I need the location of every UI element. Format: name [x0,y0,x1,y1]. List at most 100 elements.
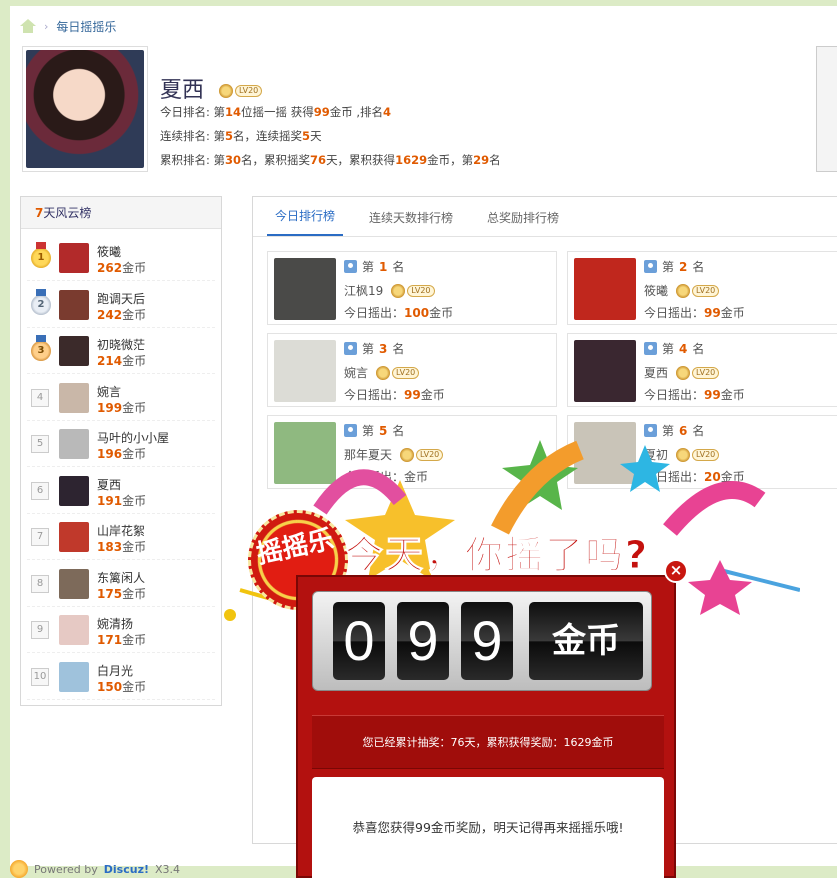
level-badge: LV20 [391,283,435,298]
rank-number: 10 [31,667,49,686]
weekly-ranking-row[interactable]: 9 婉清扬 171金币 [27,609,215,653]
rank-medal-icon: 1 [31,242,51,268]
medal-icon [391,283,406,298]
level-badge: LV20 [676,283,720,298]
medal-icon [219,84,234,98]
tab-streak-ranking[interactable]: 连续天数排行榜 [361,209,461,236]
chevron-right-icon: › [44,19,49,33]
user-avatar[interactable] [59,289,89,320]
user-avatar[interactable] [59,429,89,459]
lucky-shake-popup: 0 9 9 金币 您已经累计抽奖：76天，累积获得奖励：1629金币 恭喜您获得… [296,575,676,878]
side-panel-edge [816,46,837,172]
cumulative-stats: 您已经累计抽奖：76天，累积获得奖励：1629金币 [312,715,664,769]
user-name-link[interactable]: 夏西 [97,476,121,493]
ranking-card[interactable]: 第 1 名江枫19 LV20 今日摇出：100金币 [267,251,557,325]
user-name-link[interactable]: 筱曦 LV20 [644,282,720,299]
user-avatar[interactable] [59,522,89,552]
ranking-tabs: 今日排行榜 连续天数排行榜 总奖励排行榜 [253,197,837,237]
user-pin-icon [344,260,357,273]
user-name-link[interactable]: 婉清扬 [97,615,133,632]
rank-position: 第4名 [644,340,704,357]
user-avatar[interactable] [59,336,89,366]
rank-position: 第2名 [644,258,704,275]
weekly-ranking-row[interactable]: 3 初晓微茫 214金币 [27,330,215,374]
weekly-ranking-row[interactable]: 1 筱曦 262金币 [27,237,215,281]
user-name-link[interactable]: 婉言 LV20 [344,364,420,381]
weekly-ranking-title: 7天风云榜 [21,197,221,229]
tab-today-ranking[interactable]: 今日排行榜 [267,207,344,236]
user-name-link[interactable]: 婉言 [97,383,121,400]
home-icon[interactable] [20,19,36,33]
weekly-ranking-row[interactable]: 8 东篱闲人 175金币 [27,563,215,607]
user-avatar[interactable] [59,243,89,273]
rank-medal-icon: 2 [31,288,51,315]
profile-avatar[interactable] [22,46,148,172]
weekly-ranking-row[interactable]: 6 夏西 191金币 [27,470,215,514]
user-name-link[interactable]: 筱曦 [97,243,121,260]
breadcrumb: › 每日摇摇乐 [20,16,116,36]
medal-icon [376,365,391,380]
footer: Powered by Discuz! X3.4 [10,860,310,878]
popup-headline: 今天，你摇了吗? [344,533,650,578]
rank-number: 8 [31,574,49,593]
weekly-ranking-row[interactable]: 5 马叶的小小屋 196金币 [27,423,215,467]
today-coins: 今日摇出：99金币 [644,388,745,402]
rank-number: 4 [31,388,49,407]
user-coins: 199金币 [97,400,147,415]
today-rank-line: 今日排名: 第14位摇一摇 获得99金币 ,排名4 [160,105,392,119]
profile-name: 夏西 LV20 [160,72,263,104]
today-coins: 今日摇出：100金币 [344,306,454,320]
user-coins: 175金币 [97,586,147,601]
today-coins: 今日摇出：99金币 [344,388,445,402]
user-name-link[interactable]: 江枫19 LV20 [344,282,435,299]
user-avatar[interactable] [59,615,89,645]
user-avatar[interactable] [59,475,89,506]
user-pin-icon [644,260,657,273]
user-avatar[interactable] [59,661,89,692]
user-coins: 150金币 [97,679,147,694]
user-name-link[interactable]: 跑调天后 [97,290,145,307]
streak-rank-line: 连续排名: 第5名，连续摇奖5天 [160,129,322,143]
user-name-link[interactable]: 马叶的小小屋 [97,429,169,446]
discuz-link[interactable]: Discuz! [104,863,149,876]
user-avatar[interactable] [59,382,89,413]
user-name-link[interactable]: 白月光 [97,662,133,679]
user-coins: 262金币 [97,261,147,275]
close-popup-button[interactable]: × [664,559,688,583]
coin-counter: 0 9 9 金币 [312,591,652,691]
weekly-ranking-row[interactable]: 4 婉言 199金币 [27,377,215,421]
ranking-card[interactable]: 第 3 名婉言 LV20 今日摇出：99金币 [267,333,557,407]
rank-number: 7 [31,528,49,546]
user-avatar[interactable] [574,258,636,320]
user-name-link[interactable]: 山岸花絮 [97,522,145,539]
ranking-card[interactable]: 第 2 名筱曦 LV20 今日摇出：99金币 [567,251,837,325]
rank-number: 6 [31,481,49,500]
rank-position: 第3名 [344,340,404,357]
user-avatar[interactable] [59,568,89,599]
user-name-link[interactable]: 夏西 LV20 [644,364,720,381]
user-avatar[interactable] [274,258,336,320]
user-coins: 242金币 [97,307,147,322]
coin-unit-label: 金币 [529,602,643,680]
rank-number: 9 [31,621,49,639]
level-badge: LV20 [376,365,420,380]
weekly-ranking-row[interactable]: 7 山岸花絮 183金币 [27,516,215,560]
weekly-ranking-row[interactable]: 2 跑调天后 242金币 [27,284,215,328]
breadcrumb-title[interactable]: 每日摇摇乐 [56,18,116,35]
digit-2: 9 [397,602,449,680]
total-rank-line: 累积排名: 第30名，累积摇奖76天，累积获得1629金币，第29名 [160,153,501,167]
weekly-ranking-row[interactable]: 10 白月光 150金币 [27,656,215,700]
user-coins: 183金币 [97,540,147,554]
discuz-logo-icon [10,860,28,878]
user-avatar[interactable] [274,340,336,402]
rank-position: 第1名 [344,258,404,275]
user-name-link[interactable]: 初晓微茫 [97,336,145,353]
medal-icon [676,283,691,298]
ranking-card[interactable]: 第 4 名夏西 LV20 今日摇出：99金币 [567,333,837,407]
user-name-link[interactable]: 东篱闲人 [97,569,145,586]
reward-message: 恭喜您获得99金币奖励，明天记得再来摇摇乐哦! [312,777,664,878]
user-coins: 214金币 [97,354,147,368]
digit-1: 0 [333,602,385,680]
tab-total-ranking[interactable]: 总奖励排行榜 [479,209,567,236]
user-avatar[interactable] [574,340,636,402]
